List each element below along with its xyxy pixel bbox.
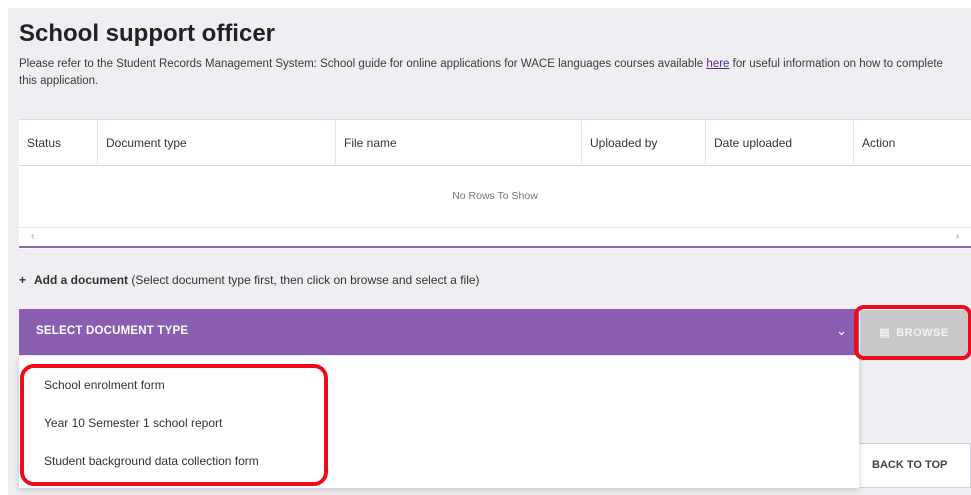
add-document-label: Add a document <box>34 273 129 287</box>
plus-icon: + <box>19 273 27 287</box>
column-header-action[interactable]: Action <box>853 120 971 166</box>
column-header-document-type[interactable]: Document type <box>97 120 335 166</box>
grid-header: Status Document type File name Uploaded … <box>19 120 971 166</box>
horizontal-scrollbar[interactable]: ‹ › <box>19 228 971 248</box>
intro-text: Please refer to the Student Records Mana… <box>19 56 964 90</box>
document-type-option[interactable]: School enrolment form <box>44 378 165 392</box>
guide-link[interactable]: here <box>706 58 729 70</box>
document-type-select[interactable]: SELECT DOCUMENT TYPE ⌄ <box>19 309 859 355</box>
document-type-option[interactable]: Year 10 Semester 1 school report <box>44 416 222 430</box>
browse-button[interactable]: ▤ BROWSE <box>860 310 968 356</box>
column-header-file-name[interactable]: File name <box>335 120 581 166</box>
column-header-date-uploaded[interactable]: Date uploaded <box>705 120 853 166</box>
add-document-hint: (Select document type first, then click … <box>128 273 480 287</box>
file-icon: ▤ <box>879 327 891 339</box>
add-document-row: + Add a document (Select document type fi… <box>19 273 480 287</box>
document-type-options: School enrolment form Year 10 Semester 1… <box>19 356 859 488</box>
grid-body: No Rows To Show <box>19 166 971 228</box>
document-type-select-label: SELECT DOCUMENT TYPE <box>36 325 189 337</box>
column-header-uploaded-by[interactable]: Uploaded by <box>581 120 705 166</box>
page-title: School support officer <box>19 20 276 47</box>
no-rows-message: No Rows To Show <box>452 190 538 202</box>
scroll-left-icon[interactable]: ‹ <box>31 231 34 242</box>
scroll-right-icon[interactable]: › <box>956 231 959 242</box>
back-to-top-button[interactable]: BACK TO TOP <box>858 443 971 488</box>
column-header-status[interactable]: Status <box>19 120 97 166</box>
chevron-down-icon[interactable]: ⌄ <box>836 323 847 339</box>
documents-grid: Status Document type File name Uploaded … <box>19 119 971 249</box>
browse-button-label: BROWSE <box>896 327 949 339</box>
intro-text-main: Please refer to the Student Records Mana… <box>19 58 704 70</box>
document-type-option[interactable]: Student background data collection form <box>44 454 259 468</box>
